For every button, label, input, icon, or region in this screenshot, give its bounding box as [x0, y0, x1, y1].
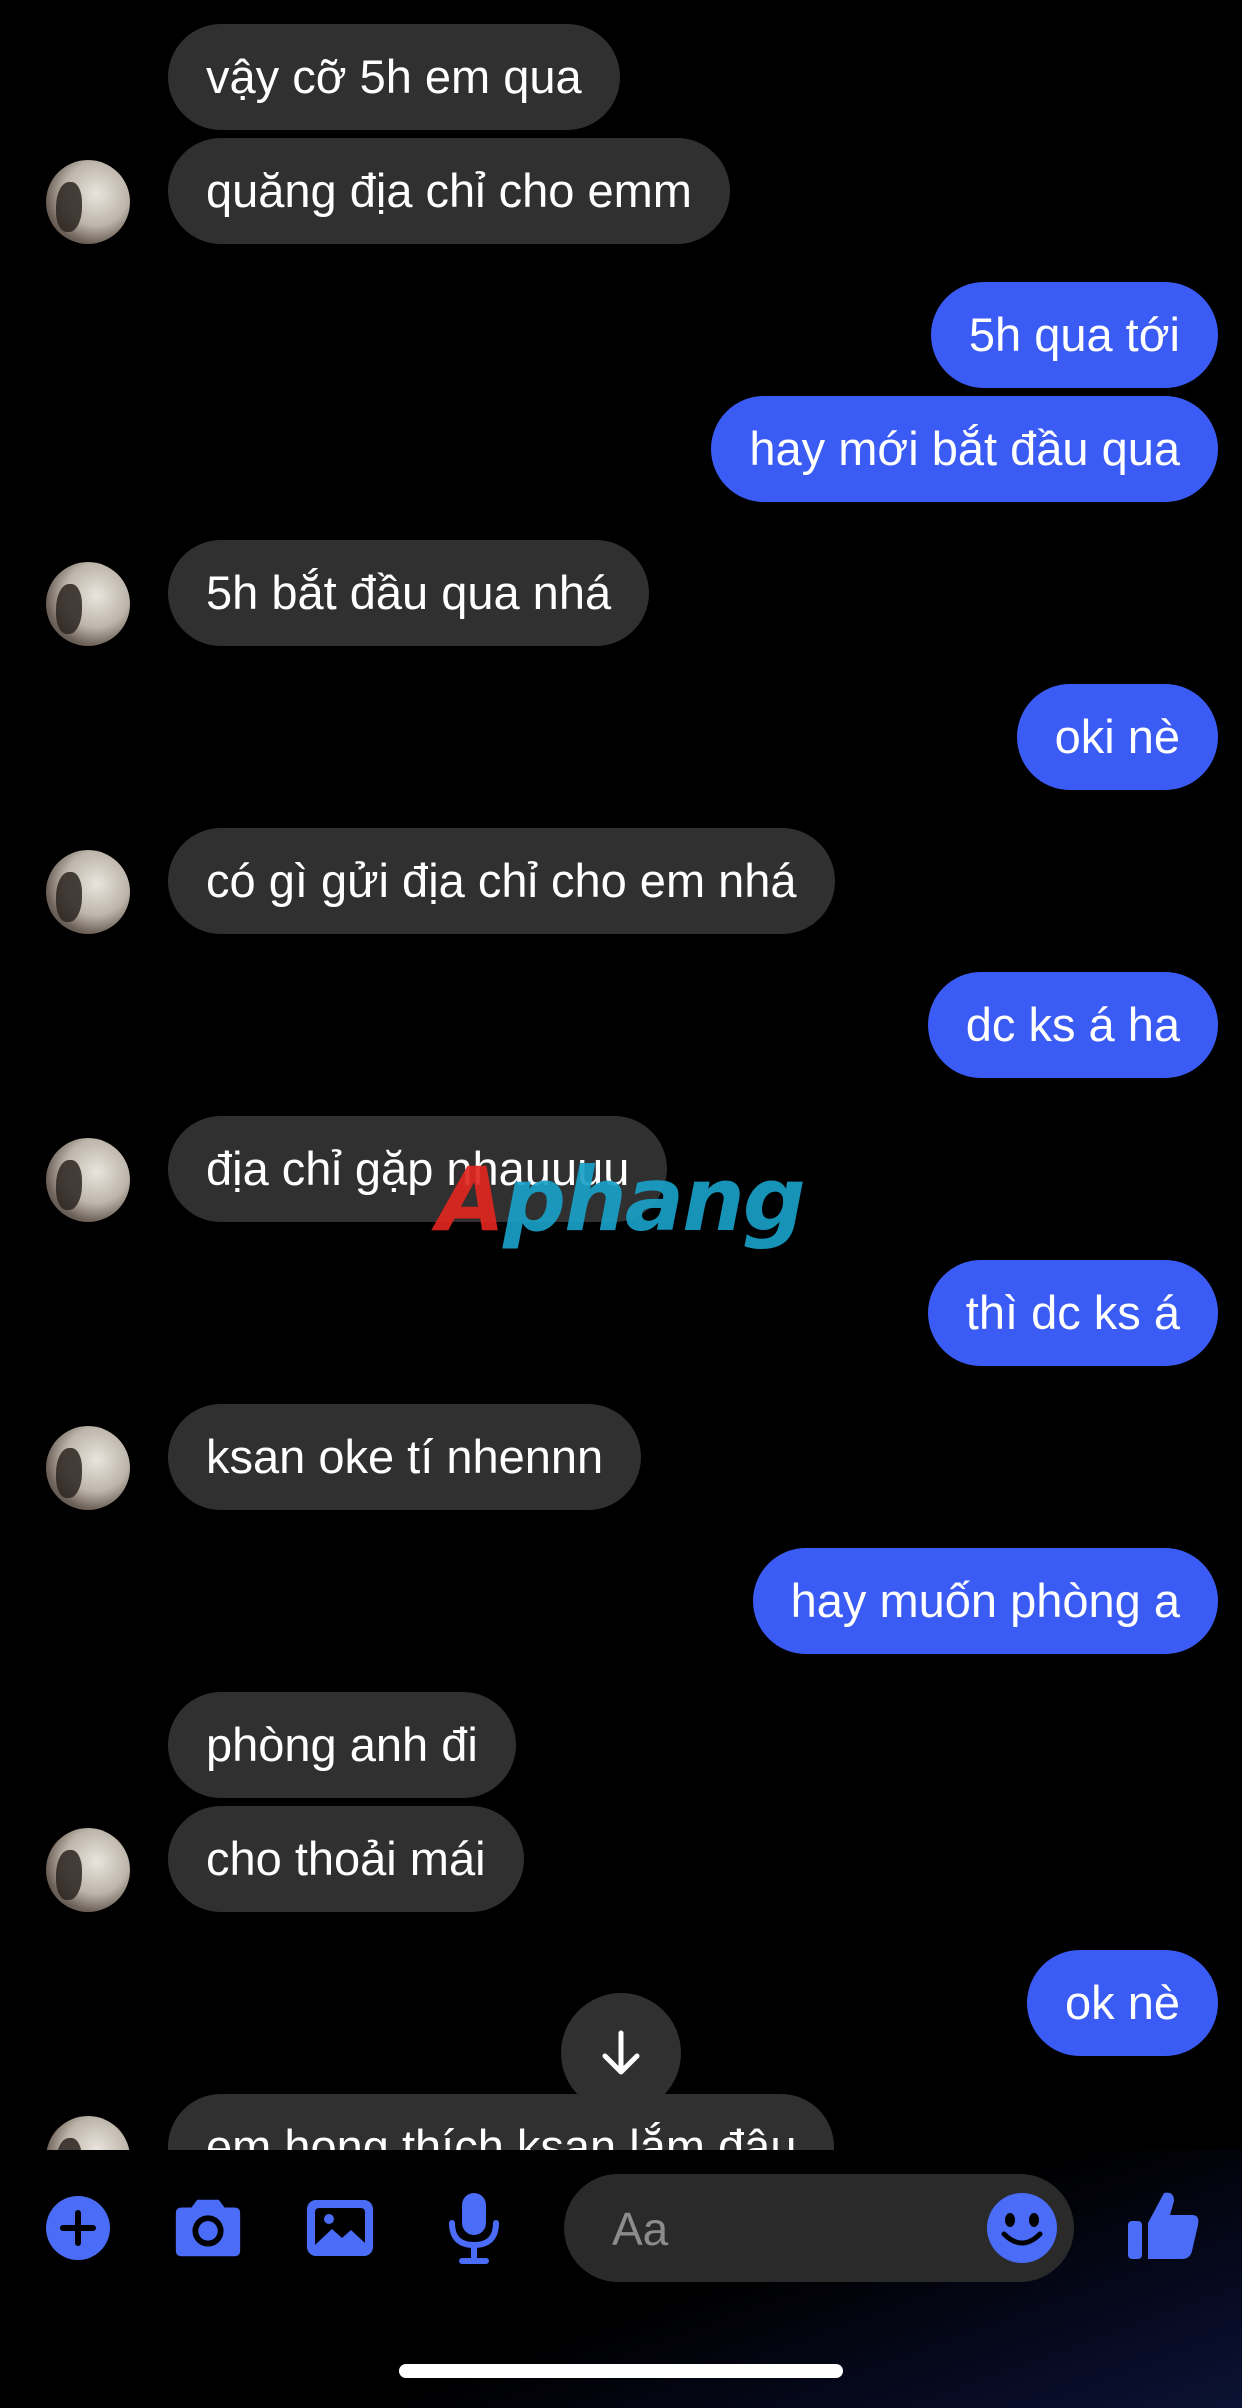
like-button[interactable] — [1124, 2184, 1204, 2266]
incoming-message[interactable]: ksan oke tí nhennn — [168, 1404, 642, 1510]
watermark-letter: A — [437, 1148, 505, 1251]
camera-button[interactable] — [170, 2190, 246, 2266]
incoming-message[interactable]: có gì gửi địa chỉ cho em nhá — [168, 828, 835, 934]
plus-icon — [46, 2196, 110, 2260]
image-icon — [307, 2200, 373, 2256]
incoming-message[interactable]: vậy cỡ 5h em qua — [168, 24, 620, 130]
chat-thread[interactable]: vậy cỡ 5h em qua quăng địa chỉ cho emm 5… — [0, 0, 1242, 2150]
add-button[interactable] — [40, 2190, 116, 2266]
message-input[interactable] — [610, 2174, 974, 2284]
outgoing-message[interactable]: ok nè — [1027, 1950, 1218, 2056]
thumbs-up-icon — [1128, 2192, 1199, 2259]
outgoing-message[interactable]: hay muốn phòng a — [752, 1548, 1218, 1654]
arrow-down-icon — [602, 2030, 640, 2075]
message-input-container[interactable] — [564, 2174, 1074, 2284]
incoming-message[interactable]: cho thoải mái — [168, 1806, 524, 1912]
voice-message-button[interactable] — [436, 2190, 512, 2266]
contact-avatar[interactable] — [46, 1828, 130, 1912]
outgoing-message[interactable]: oki nè — [1016, 684, 1218, 790]
emoji-button[interactable] — [984, 2190, 1060, 2266]
microphone-icon — [449, 2193, 499, 2264]
contact-avatar[interactable] — [46, 1138, 130, 1222]
camera-icon — [175, 2199, 241, 2257]
incoming-message[interactable]: 5h bắt đầu qua nhá — [168, 540, 650, 646]
emoji-icon — [987, 2193, 1057, 2263]
incoming-message[interactable]: phòng anh đi — [168, 1692, 516, 1798]
outgoing-message[interactable]: dc ks á ha — [927, 972, 1218, 1078]
incoming-message[interactable]: quăng địa chỉ cho emm — [168, 138, 730, 244]
incoming-message[interactable]: em hong thích ksan lắm đâu — [168, 2094, 835, 2150]
contact-avatar[interactable] — [46, 2116, 130, 2150]
contact-avatar[interactable] — [46, 160, 130, 244]
contact-avatar[interactable] — [46, 1426, 130, 1510]
contact-avatar[interactable] — [46, 850, 130, 934]
watermark-text: phang — [503, 1148, 806, 1251]
gallery-button[interactable] — [302, 2190, 378, 2266]
outgoing-message[interactable]: 5h qua tới — [930, 282, 1218, 388]
outgoing-message[interactable]: hay mới bắt đầu qua — [711, 396, 1218, 502]
home-indicator — [399, 2364, 843, 2378]
watermark-logo: Aphang — [437, 1150, 807, 1250]
scroll-to-bottom-button[interactable] — [561, 1993, 681, 2113]
contact-avatar[interactable] — [46, 562, 130, 646]
outgoing-message[interactable]: thì dc ks á — [927, 1260, 1218, 1366]
